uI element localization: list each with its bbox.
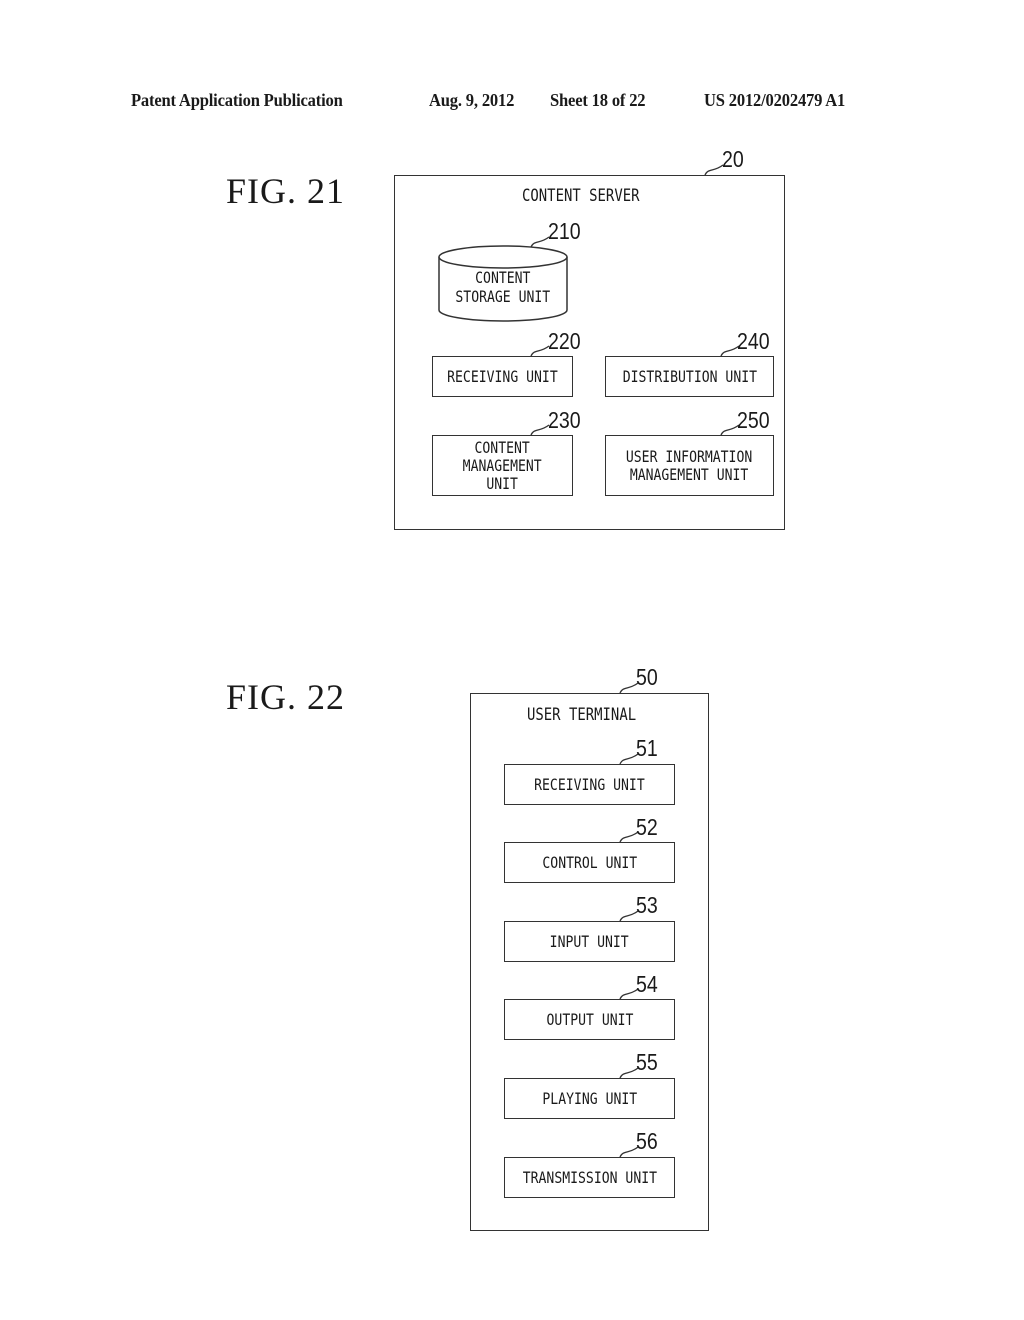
ref-number-53: 53 (636, 892, 658, 918)
ref-number-210: 210 (548, 218, 581, 244)
ref-leader-230 (530, 424, 550, 436)
ref-number-55: 55 (636, 1049, 658, 1075)
playing-unit-55: PLAYING UNIT (504, 1078, 675, 1119)
content-storage-unit-label: CONTENT STORAGE UNIT (455, 268, 551, 306)
fig22-label: FIG. 22 (226, 677, 346, 717)
publication-date: Aug. 9, 2012 (429, 90, 515, 110)
ref-number-56: 56 (636, 1128, 658, 1154)
patent-number: US 2012/0202479 A1 (704, 90, 846, 110)
user-terminal-title: USER TERMINAL (527, 705, 637, 725)
ref-number-20: 20 (722, 146, 744, 172)
ref-leader-20 (704, 164, 724, 176)
ref-number-50: 50 (636, 664, 658, 690)
ref-number-52: 52 (636, 814, 658, 840)
ref-number-230: 230 (548, 407, 581, 433)
output-unit-54: OUTPUT UNIT (504, 999, 675, 1040)
ref-number-220: 220 (548, 328, 581, 354)
ref-leader-210 (530, 236, 550, 248)
distribution-unit-240: DISTRIBUTION UNIT (605, 356, 774, 397)
ref-number-250: 250 (737, 407, 770, 433)
transmission-unit-56: TRANSMISSION UNIT (504, 1157, 675, 1198)
sheet-number: Sheet 18 of 22 (550, 90, 646, 110)
ref-number-54: 54 (636, 971, 658, 997)
receiving-unit-51: RECEIVING UNIT (504, 764, 675, 805)
receiving-unit-220: RECEIVING UNIT (432, 356, 573, 397)
input-unit-53: INPUT UNIT (504, 921, 675, 962)
ref-leader-220 (530, 345, 550, 357)
ref-number-51: 51 (636, 735, 658, 761)
ref-number-240: 240 (737, 328, 770, 354)
publication-type: Patent Application Publication (131, 90, 343, 110)
content-management-unit-230: CONTENT MANAGEMENT UNIT (432, 435, 573, 496)
user-information-management-unit-250: USER INFORMATION MANAGEMENT UNIT (605, 435, 774, 496)
control-unit-52: CONTROL UNIT (504, 842, 675, 883)
content-server-title: CONTENT SERVER (522, 186, 640, 206)
fig21-label: FIG. 21 (226, 171, 346, 211)
